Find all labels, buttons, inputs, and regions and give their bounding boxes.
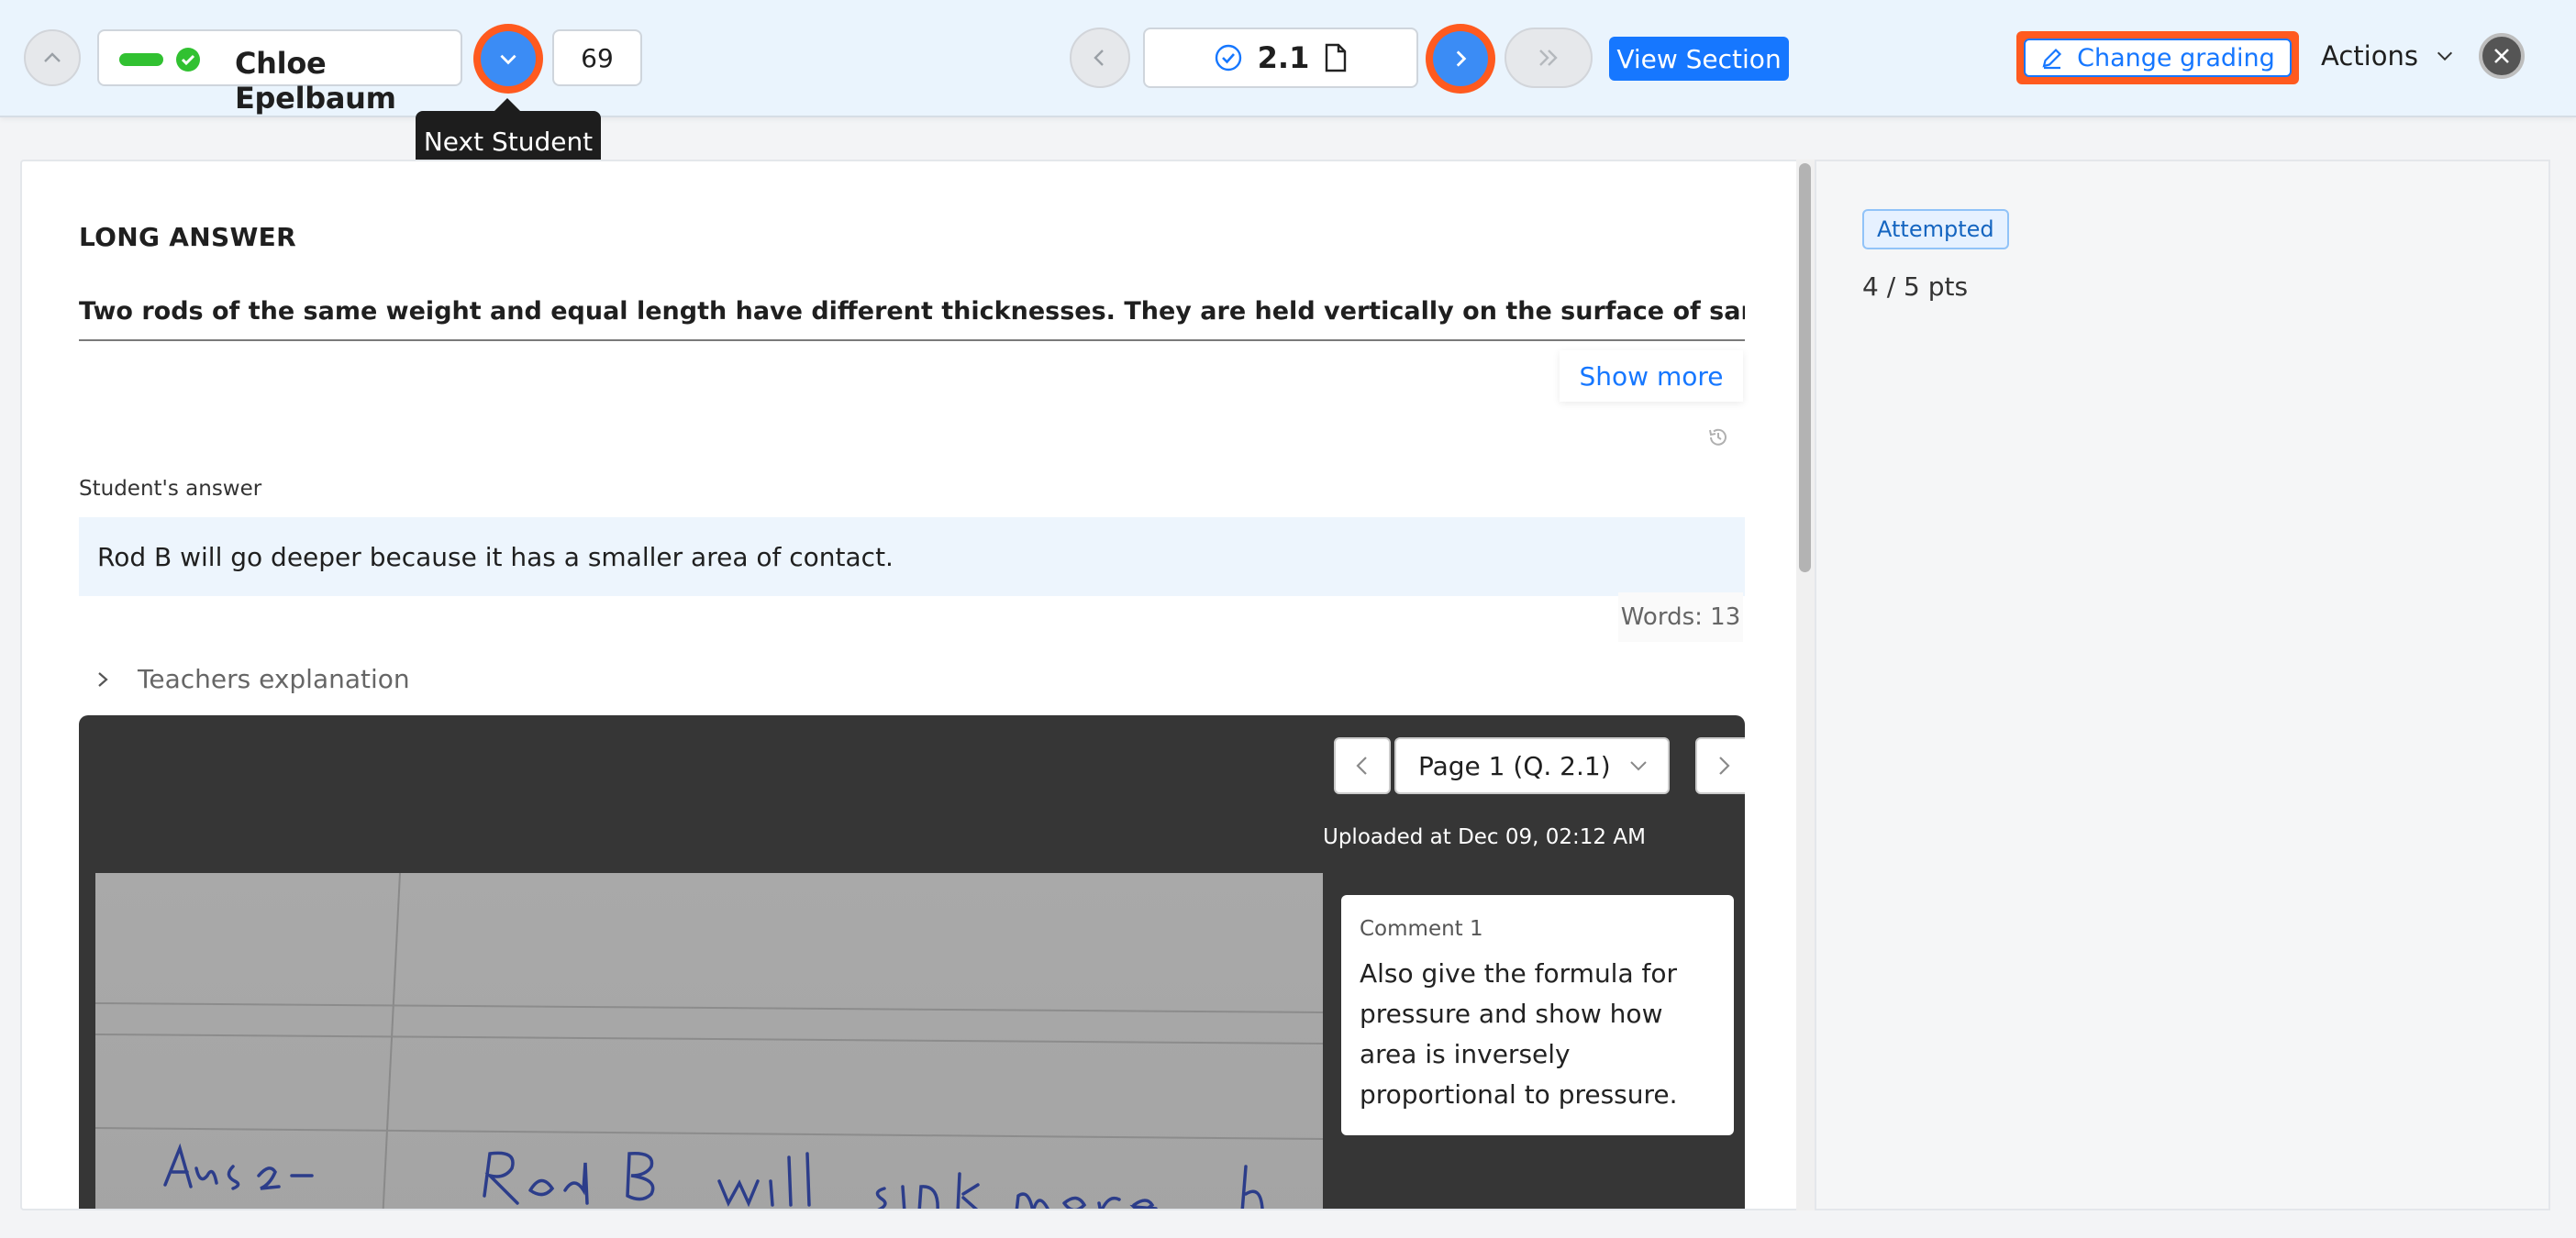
chevron-up-icon xyxy=(44,52,61,62)
comment-body: Also give the formula for pressure and s… xyxy=(1360,958,1678,1110)
chevron-left-icon xyxy=(1094,50,1104,66)
previous-page-button[interactable] xyxy=(1334,737,1391,794)
next-question-button[interactable] xyxy=(1433,31,1488,86)
handwritten-answer-image[interactable] xyxy=(95,873,1323,1209)
chevron-right-icon xyxy=(1456,50,1467,67)
check-circle-icon xyxy=(176,48,200,72)
page-select[interactable]: Page 1 (Q. 2.1) xyxy=(1394,737,1670,794)
document-icon xyxy=(1326,43,1347,72)
scrollbar-thumb[interactable] xyxy=(1799,163,1811,572)
comment-title: Comment 1 xyxy=(1360,917,1483,941)
actions-label: Actions xyxy=(2321,40,2418,72)
chevron-right-icon xyxy=(1719,757,1730,775)
grading-panel: Attempted 4 / 5 pts xyxy=(1815,160,2550,1210)
word-count: Words: 13 xyxy=(1618,592,1743,642)
chevron-left-icon xyxy=(1356,757,1367,775)
student-number-field[interactable]: 69 xyxy=(552,29,642,86)
next-page-button[interactable] xyxy=(1695,737,1745,794)
teachers-explanation-toggle[interactable]: Teachers explanation xyxy=(79,664,410,694)
teachers-explanation-label: Teachers explanation xyxy=(138,664,410,694)
question-number: 2.1 xyxy=(1257,40,1310,75)
status-badge: Attempted xyxy=(1862,209,2009,249)
history-icon[interactable] xyxy=(1706,426,1730,453)
last-question-button[interactable] xyxy=(1505,28,1593,88)
previous-question-button[interactable] xyxy=(1070,28,1130,88)
score-text: 4 / 5 pts xyxy=(1862,271,1969,302)
chevron-down-icon xyxy=(1630,761,1647,771)
divider xyxy=(79,339,1745,341)
chevron-down-icon xyxy=(500,54,516,65)
view-section-button[interactable]: View Section xyxy=(1609,37,1789,81)
change-grading-highlight: Change grading xyxy=(2016,31,2299,84)
change-grading-button[interactable]: Change grading xyxy=(2024,39,2292,77)
progress-indicator xyxy=(119,53,163,66)
student-answer-label: Student's answer xyxy=(79,477,262,501)
previous-student-button[interactable] xyxy=(24,29,81,86)
question-panel: LONG ANSWER Two rods of the same weight … xyxy=(20,160,1802,1210)
show-more-button[interactable]: Show more xyxy=(1560,350,1743,402)
submission-viewer: Page 1 (Q. 2.1) Uploaded at Dec 09, 02:1… xyxy=(79,715,1745,1209)
question-selector[interactable]: 2.1 xyxy=(1143,28,1418,88)
student-answer-text: Rod B will go deeper because it has a sm… xyxy=(79,517,1745,596)
close-icon xyxy=(2494,49,2509,63)
question-type: LONG ANSWER xyxy=(79,222,296,252)
double-chevron-right-icon xyxy=(1539,50,1558,66)
close-button[interactable] xyxy=(2479,33,2525,79)
top-bar: Chloe Epelbaum 69 2.1 View Section Chang… xyxy=(0,0,2576,117)
student-name: Chloe Epelbaum xyxy=(235,46,396,116)
next-student-button[interactable] xyxy=(481,31,536,86)
main-scrollbar[interactable] xyxy=(1796,160,1815,1210)
change-grading-label: Change grading xyxy=(2077,43,2275,72)
actions-menu[interactable]: Actions xyxy=(2321,40,2455,72)
chevron-down-icon xyxy=(2437,51,2452,61)
page-select-value: Page 1 (Q. 2.1) xyxy=(1418,750,1611,781)
chevron-right-icon xyxy=(98,671,108,687)
check-circle-outline-icon xyxy=(1215,44,1241,72)
student-selector[interactable]: Chloe Epelbaum xyxy=(97,29,462,116)
upload-timestamp: Uploaded at Dec 09, 02:12 AM xyxy=(1323,825,1646,849)
comment-card[interactable]: Comment 1 Also give the formula for pres… xyxy=(1341,895,1734,1135)
edit-icon xyxy=(2042,48,2062,70)
question-text: Two rods of the same weight and equal le… xyxy=(79,297,1745,326)
